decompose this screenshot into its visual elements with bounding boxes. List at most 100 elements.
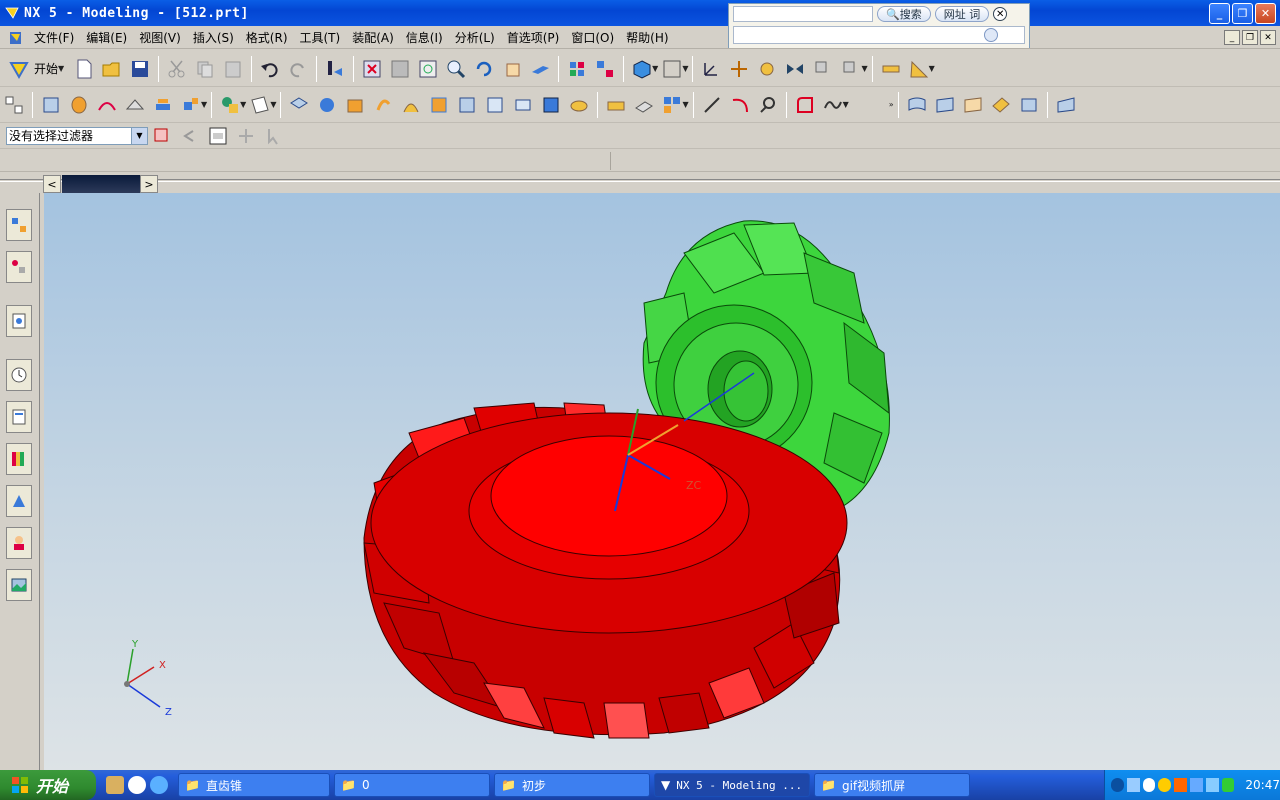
palette-icon[interactable] [6,443,32,475]
snap-button[interactable] [753,55,781,83]
task-folder-4[interactable]: 📁 gif视频抓屏 [814,773,970,797]
tray-app-icon[interactable] [1126,778,1140,792]
history-clock-icon[interactable] [6,359,32,391]
redo-button[interactable] [284,55,312,83]
tray-expand-icon[interactable] [1111,778,1124,792]
zoom-region-button[interactable] [386,55,414,83]
line-button[interactable] [698,91,726,119]
menu-edit[interactable]: 编辑(E) [80,29,133,46]
surface-3-button[interactable] [959,91,987,119]
sweep-button[interactable] [93,91,121,119]
unite-button[interactable] [285,91,313,119]
quicklaunch-app1-icon[interactable] [106,776,124,794]
tray-shield-icon[interactable] [1221,778,1235,792]
perspective-button[interactable] [526,55,554,83]
revolve-button[interactable] [65,91,93,119]
menu-help[interactable]: 帮助(H) [620,29,674,46]
circle-button[interactable] [754,91,782,119]
surface-6-button[interactable] [1052,91,1080,119]
tab-scroll-left-icon[interactable]: < [43,175,61,193]
offset-button[interactable] [149,91,177,119]
extrude-button[interactable] [37,91,65,119]
menu-preferences[interactable]: 首选项(P) [501,29,566,46]
start-menu-button[interactable]: 开始 ▼ [0,55,70,83]
doc-minimize-button[interactable]: _ [1224,30,1240,45]
part-navigator-icon[interactable] [6,305,32,337]
tray-qq-icon[interactable] [1158,778,1172,792]
tab-active[interactable] [62,175,140,193]
tab-scroll-right-icon[interactable]: > [140,175,158,193]
block-button[interactable] [341,91,369,119]
quick-pick-button[interactable] [260,122,288,150]
wcs-button[interactable] [697,55,725,83]
tray-ime-icon[interactable] [1174,778,1187,792]
system-scenes-icon[interactable] [6,569,32,601]
task-folder-2[interactable]: 📁 0 [334,773,490,797]
slot-button[interactable] [565,91,593,119]
task-folder-1[interactable]: 📁 直齿锥 [178,773,330,797]
search-input[interactable] [733,6,873,22]
distance-button[interactable] [877,55,905,83]
paste-button[interactable] [219,55,247,83]
url-button[interactable]: 网址 词 [934,6,990,22]
arc-button[interactable] [726,91,754,119]
undo-button[interactable] [256,55,284,83]
cone-button[interactable] [397,91,425,119]
eraser-button[interactable] [204,122,232,150]
new-file-button[interactable] [70,55,98,83]
transform-button[interactable] [809,55,837,83]
cut-button[interactable] [163,55,191,83]
menu-analysis[interactable]: 分析(L) [449,29,501,46]
menu-assembly[interactable]: 装配(A) [346,29,400,46]
red-bevel-gear[interactable] [363,402,848,739]
open-file-button[interactable] [98,55,126,83]
hole-button[interactable] [453,91,481,119]
menu-format[interactable]: 格式(R) [240,29,294,46]
surface-4-button[interactable] [987,91,1015,119]
cylinder-button[interactable] [369,91,397,119]
zoom-window-button[interactable] [414,55,442,83]
tray-network-icon[interactable] [1189,778,1203,792]
search-button[interactable]: 🔍 搜索 [877,6,931,22]
snap-grid-button[interactable] [232,122,260,150]
pan-button[interactable] [498,55,526,83]
boss-button[interactable] [481,91,509,119]
pocket-button[interactable] [509,91,537,119]
constraint-navigator-icon[interactable] [6,251,32,283]
restore-button[interactable]: ❐ [1232,3,1253,24]
graphics-viewport[interactable]: ZC Y X Z [44,193,1280,770]
tray-network2-icon[interactable] [1205,778,1219,792]
roles-icon[interactable] [6,527,32,559]
title-bar[interactable]: NX 5 - Modeling - [512.prt] _ ❐ ✕ [0,0,1280,26]
quicklaunch-app2-icon[interactable] [128,776,146,794]
model-scene[interactable]: ZC Y X Z [44,193,1280,770]
fit-button[interactable] [358,55,386,83]
menu-window[interactable]: 窗口(O) [565,29,620,46]
quicklaunch-ie-icon[interactable] [150,776,168,794]
menu-information[interactable]: 信息(I) [400,29,449,46]
task-nx[interactable]: ▼ NX 5 - Modeling ... [654,773,810,797]
menu-insert[interactable]: 插入(S) [187,29,240,46]
process-studio-icon[interactable] [6,485,32,517]
surface-1-button[interactable] [903,91,931,119]
information-button[interactable] [321,55,349,83]
part-navigator-button[interactable] [0,91,28,119]
assembly-navigator-icon[interactable] [6,209,32,241]
thicken-button[interactable] [121,91,149,119]
tray-eye-icon[interactable] [1142,778,1156,792]
layout-button[interactable] [591,55,619,83]
doc-close-button[interactable]: ✕ [1260,30,1276,45]
select-back-button[interactable] [176,122,204,150]
save-button[interactable] [126,55,154,83]
copy-button[interactable] [191,55,219,83]
menu-tools[interactable]: 工具(T) [294,29,347,46]
doc-restore-button[interactable]: ❐ [1242,30,1258,45]
sphere-button[interactable] [425,91,453,119]
zoom-button[interactable] [442,55,470,83]
system-materials-icon[interactable] [6,401,32,433]
surface-2-button[interactable] [931,91,959,119]
select-all-button[interactable] [148,122,176,150]
fillet-button[interactable] [791,91,819,119]
orient-view-button[interactable] [563,55,591,83]
subtract-button[interactable] [313,91,341,119]
